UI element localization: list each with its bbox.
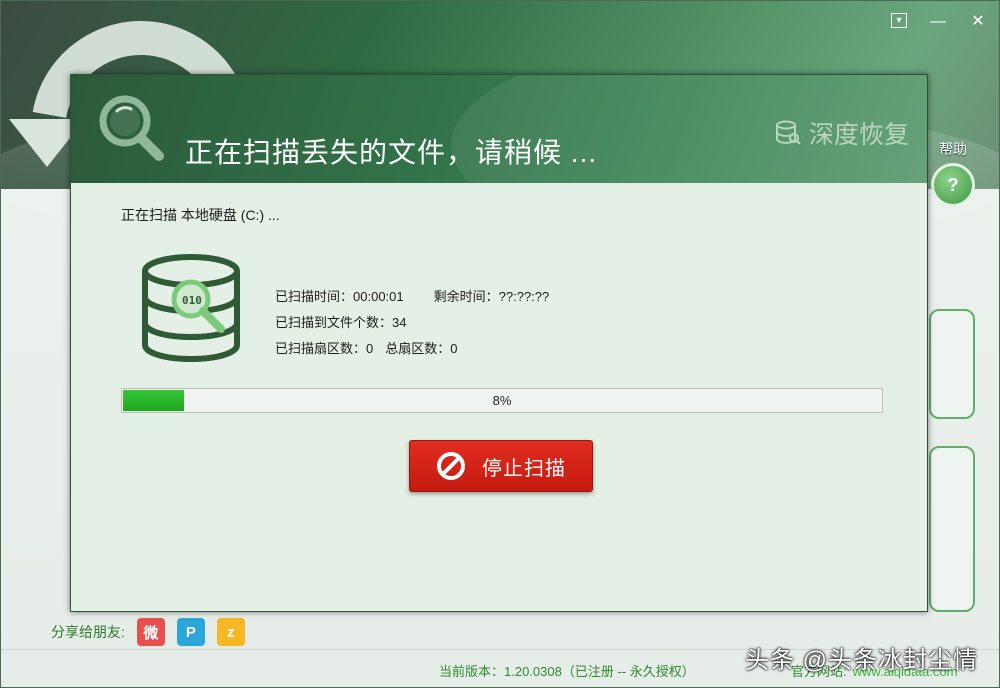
svg-text:010: 010	[182, 294, 202, 307]
version-text: 当前版本：1.20.0308（已注册 -- 永久授权）	[439, 664, 695, 679]
scan-dialog: 正在扫描丢失的文件，请稍候 ... 深度恢复 正在扫描 本地硬盘 (C:) ..…	[70, 74, 928, 612]
brand-logo: 深度恢复	[775, 115, 909, 151]
stat-row-time: 已扫描时间： 00:00:01 剩余时间： ??:??:??	[275, 289, 549, 315]
qzone-icon[interactable]: P	[176, 618, 205, 646]
window-controls: ▾ — ✕	[891, 13, 987, 31]
help-button[interactable]: 帮助 ?	[931, 139, 975, 207]
side-card-2[interactable]	[929, 446, 975, 612]
share-label: 分享给朋友:	[51, 624, 125, 640]
files-value: 34	[392, 315, 407, 330]
dialog-title: 正在扫描丢失的文件，请稍候 ...	[185, 137, 598, 168]
files-label: 已扫描到文件个数：	[275, 315, 393, 330]
total-sectors-label: 总扇区数：	[385, 341, 451, 356]
sectors-label: 已扫描扇区数：	[275, 341, 367, 356]
help-label: 帮助	[939, 141, 967, 157]
help-icon[interactable]: ?	[931, 163, 975, 207]
magnifier-icon	[99, 95, 164, 161]
sectors-value: 0	[366, 341, 374, 356]
qq-icon[interactable]: z	[216, 618, 245, 646]
prohibited-icon	[437, 452, 465, 480]
stop-scan-button[interactable]: 停止扫描	[409, 440, 593, 492]
disk-scan-icon: 010	[142, 254, 240, 363]
dialog-header: 正在扫描丢失的文件，请稍候 ... 深度恢复	[71, 75, 927, 183]
total-sectors-value: 0	[450, 341, 458, 356]
remaining-value: ??:??:??	[498, 289, 550, 304]
scan-target-text: 正在扫描 本地硬盘 (C:) ...	[121, 207, 280, 223]
scan-progress-bar: 8%	[121, 388, 883, 413]
share-bar: 分享给朋友: 微 P z	[51, 618, 245, 646]
brand-name: 深度恢复	[808, 121, 909, 149]
progress-percent: 8%	[492, 393, 512, 408]
menu-button[interactable]: ▾	[891, 13, 907, 28]
stat-row-files: 已扫描到文件个数： 34	[275, 315, 549, 341]
close-button[interactable]: ✕	[969, 13, 987, 31]
elapsed-value: 00:00:01	[353, 289, 404, 304]
database-icon	[775, 120, 801, 145]
minimize-button[interactable]: —	[929, 13, 947, 31]
side-card-1[interactable]	[929, 309, 975, 419]
stat-row-sectors: 已扫描扇区数： 0 总扇区数： 0	[275, 341, 549, 367]
stop-scan-label: 停止扫描	[482, 457, 566, 480]
weibo-icon[interactable]: 微	[136, 618, 165, 646]
remaining-label: 剩余时间：	[433, 289, 499, 304]
watermark-text: 头条 @头条冰封尘情	[745, 647, 979, 674]
elapsed-label: 已扫描时间：	[275, 289, 354, 304]
scan-stats: 已扫描时间： 00:00:01 剩余时间： ??:??:?? 已扫描到文件个数：…	[275, 289, 549, 367]
